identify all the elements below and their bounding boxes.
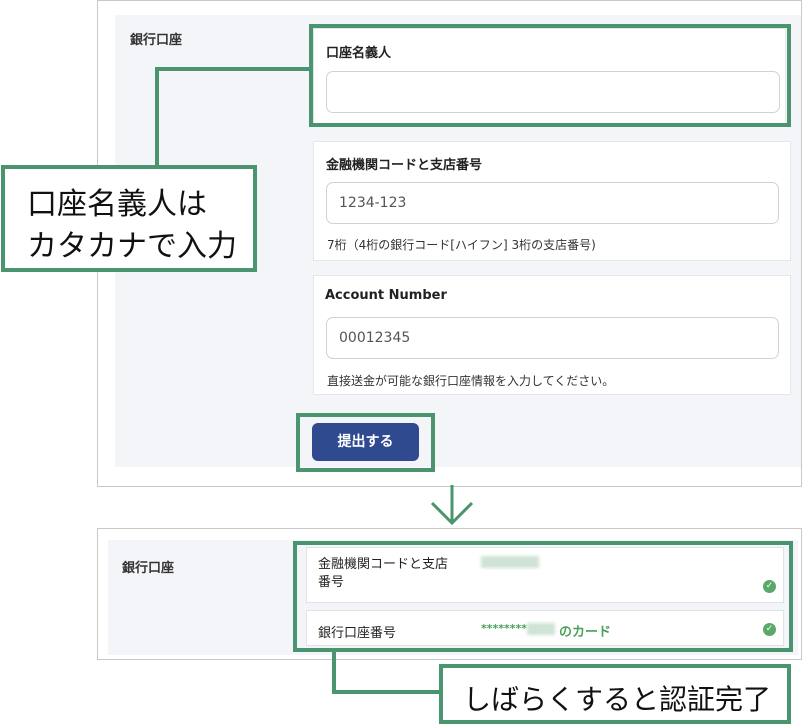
connector-vertical: [155, 67, 159, 167]
connector-horizontal-bottom: [332, 690, 442, 694]
connector-vertical-bottom: [332, 650, 336, 694]
branch-code-help: 7桁（4桁の銀行コード[ハイフン] 3桁の支店番号): [327, 238, 596, 252]
section-label-bank-account: 銀行口座: [130, 33, 183, 48]
callout-verification: しばらくすると認証完了: [439, 664, 791, 724]
account-number-card: Account Number 00012345 直接送金が可能な銀行口座情報を入…: [313, 275, 791, 395]
connector-horizontal: [155, 67, 311, 71]
account-number-input[interactable]: 00012345: [326, 317, 779, 359]
account-number-label: Account Number: [325, 288, 447, 303]
highlight-account-holder: [309, 24, 791, 127]
verified-section-label: 銀行口座: [122, 561, 175, 576]
callout-katakana: 口座名義人は カタカナで入力: [1, 165, 257, 272]
callout-katakana-line1: 口座名義人は: [27, 187, 207, 222]
branch-code-card: 金融機関コードと支店番号 1234-123 7桁（4桁の銀行コード[ハイフン] …: [313, 141, 791, 261]
chevron-down-icon: [430, 485, 474, 526]
highlight-submit: [296, 413, 435, 472]
highlight-verified-rows: [293, 541, 793, 652]
callout-verification-text: しばらくすると認証完了: [463, 683, 772, 716]
branch-code-label: 金融機関コードと支店番号: [326, 158, 483, 173]
callout-katakana-line2: カタカナで入力: [27, 229, 237, 264]
branch-code-input[interactable]: 1234-123: [326, 182, 779, 224]
account-number-help: 直接送金が可能な銀行口座情報を入力してください。: [327, 374, 615, 388]
